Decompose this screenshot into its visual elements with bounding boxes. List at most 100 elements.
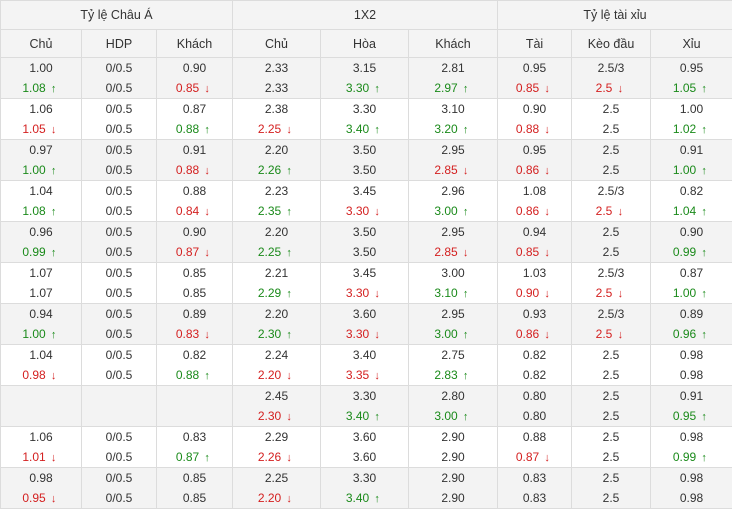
arrow-down-icon: ↓ [201, 202, 213, 222]
current-value: 3.60 [321, 447, 408, 467]
current-value: 2.97↑ [409, 78, 497, 98]
arrow-down-icon: ↓ [283, 448, 295, 468]
current-value: 0.98 [651, 365, 732, 385]
group-header-1x2: 1X2 [233, 1, 498, 30]
opening-value: 3.30 [321, 468, 408, 488]
odds-value: 0/0.5 [106, 204, 133, 218]
opening-value: 0.82 [157, 345, 232, 365]
opening-value: 0.95 [651, 58, 732, 78]
odds-value: 2.5 [603, 409, 620, 423]
opening-value: 0.90 [157, 222, 232, 242]
odds-cell: 2.242.20↓ [233, 345, 321, 386]
odds-value: 2.96 [441, 184, 464, 198]
odds-value: 0/0.5 [106, 327, 133, 341]
opening-value: 0/0.5 [82, 263, 156, 283]
opening-value: 0.87 [157, 99, 232, 119]
odds-cell: 0.870.88↑ [157, 99, 233, 140]
odds-value: 3.10 [441, 102, 464, 116]
odds-cell: 0.900.85↓ [157, 58, 233, 99]
current-value: 2.85↓ [409, 160, 497, 180]
opening-value: 0.94 [1, 304, 81, 324]
current-value: 0.86↓ [498, 201, 571, 221]
odds-cell: 1.061.05↓ [1, 99, 82, 140]
table-row: 1.071.070/0.50/0.50.850.852.212.29↑3.453… [1, 263, 732, 304]
current-value: 3.00↑ [409, 201, 497, 221]
opening-value: 2.5/3 [572, 181, 650, 201]
odds-value: 0.90 [183, 61, 206, 75]
odds-cell: 0.960.99↑ [1, 222, 82, 263]
odds-value: 0.98 [680, 430, 703, 444]
odds-cell: 0.850.85 [157, 468, 233, 509]
odds-value: 2.80 [441, 389, 464, 403]
opening-value: 0.91 [157, 140, 232, 160]
odds-cell: 3.50 3.50 [321, 140, 409, 181]
odds-cell: 1.001.02↑ [651, 99, 732, 140]
odds-value: 2.90 [441, 450, 464, 464]
opening-value: 0.82 [498, 345, 571, 365]
odds-value: 0.85 [516, 245, 539, 259]
odds-value: 0/0.5 [106, 102, 133, 116]
opening-value: 3.45 [321, 263, 408, 283]
current-value: 3.50 [321, 160, 408, 180]
odds-cell: 0.880.87↓ [498, 427, 572, 468]
opening-value [82, 386, 156, 406]
current-value: 1.02↑ [651, 119, 732, 139]
odds-cell: 0.980.95↓ [1, 468, 82, 509]
odds-cell [1, 386, 82, 427]
opening-value: 0/0.5 [82, 304, 156, 324]
current-value: 0/0.5 [82, 160, 156, 180]
odds-value: 0.99 [22, 245, 45, 259]
odds-value: 1.08 [22, 81, 45, 95]
odds-cell: 0/0.50/0.5 [82, 222, 157, 263]
odds-value: 0.91 [680, 389, 703, 403]
opening-value: 0/0.5 [82, 181, 156, 201]
current-value: 1.07 [1, 283, 81, 303]
col-header-over: Tài [498, 30, 572, 58]
current-value: 2.20↓ [233, 365, 320, 385]
odds-cell: 2.202.25↑ [233, 222, 321, 263]
odds-value: 2.95 [441, 143, 464, 157]
col-header-under: Xỉu [651, 30, 732, 58]
odds-value: 0.91 [183, 143, 206, 157]
opening-value: 0.93 [498, 304, 571, 324]
odds-value: 0.95 [673, 409, 696, 423]
current-value: 0.85 [157, 488, 232, 508]
odds-value: 2.29 [265, 430, 288, 444]
odds-cell: 0/0.50/0.5 [82, 427, 157, 468]
odds-value: 0/0.5 [106, 286, 133, 300]
current-value: 0.86↓ [498, 160, 571, 180]
opening-value: 1.03 [498, 263, 571, 283]
current-value: 2.5 [572, 119, 650, 139]
odds-cell: 0.910.88↓ [157, 140, 233, 181]
odds-cell: 0/0.5 0/0.5 [82, 263, 157, 304]
arrow-up-icon: ↑ [698, 79, 710, 99]
odds-value: 0/0.5 [106, 163, 133, 177]
odds-value: 2.90 [441, 430, 464, 444]
odds-value: 3.00 [441, 266, 464, 280]
current-value: 3.00↑ [409, 324, 497, 344]
current-value: 0.90↓ [498, 283, 571, 303]
table-row: 2.452.30↓3.303.40↑2.803.00↑0.800.802.52.… [1, 386, 732, 427]
table-row: 1.041.08↑0/0.50/0.50.880.84↓2.232.35↑3.4… [1, 181, 732, 222]
current-value: 0/0.5 [82, 283, 156, 303]
odds-value: 3.50 [353, 143, 376, 157]
arrow-up-icon: ↑ [201, 448, 213, 468]
current-value: 2.5 [572, 488, 650, 508]
arrow-up-icon: ↑ [371, 407, 383, 427]
odds-cell: 2.52.5 [572, 222, 651, 263]
opening-value: 2.81 [409, 58, 497, 78]
odds-value: 0.85 [183, 286, 206, 300]
current-value: 0.80 [498, 406, 571, 426]
odds-value: 2.75 [441, 348, 464, 362]
arrow-up-icon: ↑ [283, 202, 295, 222]
odds-value: 2.25 [258, 122, 281, 136]
current-value: 0.99↑ [1, 242, 81, 262]
opening-value: 2.90 [409, 468, 497, 488]
odds-cell: 2.52.5 [572, 468, 651, 509]
col-header-away: Khách [409, 30, 498, 58]
odds-value: 2.5/3 [598, 184, 625, 198]
odds-value: 2.5 [603, 102, 620, 116]
opening-value: 2.20 [233, 304, 320, 324]
odds-value: 0.83 [523, 491, 546, 505]
odds-value: 0.87 [183, 102, 206, 116]
